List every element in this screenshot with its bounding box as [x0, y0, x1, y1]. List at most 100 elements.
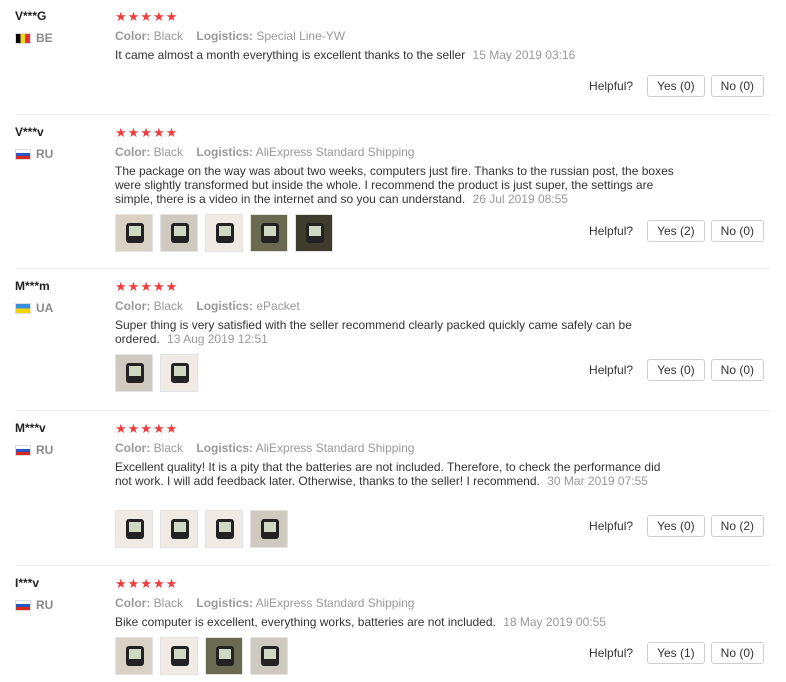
reviewer-name: V***v: [15, 125, 44, 139]
review-photos: [115, 354, 205, 392]
color-label: Color:: [115, 145, 151, 159]
review-divider: [16, 114, 770, 115]
reviewer-country: RU: [15, 147, 53, 161]
helpful-label: Helpful?: [589, 363, 634, 377]
reviewer-name: V***G: [15, 9, 47, 23]
device-screen: [129, 226, 141, 236]
review-photo-thumbnail[interactable]: [250, 214, 288, 252]
helpful-vote: Helpful? Yes (0) No (2): [589, 515, 764, 537]
review-text: Excellent quality! It is a pity that the…: [115, 460, 675, 488]
helpful-no-button[interactable]: No (0): [710, 220, 764, 242]
color-label: Color:: [115, 441, 151, 455]
review-content: It came almost a month everything is exc…: [115, 48, 466, 62]
review-photo-thumbnail[interactable]: [250, 637, 288, 675]
country-code: RU: [36, 598, 54, 612]
device-screen: [219, 226, 231, 236]
logistics-value: Special Line-YW: [256, 29, 346, 43]
logistics-label: Logistics:: [196, 441, 254, 455]
review-text: Bike computer is excellent, everything w…: [115, 615, 675, 629]
rating-stars: ★★★★★: [115, 279, 179, 294]
device-screen: [264, 226, 276, 236]
review-divider: [16, 410, 770, 411]
country-flag-icon: [15, 32, 31, 44]
logistics-label: Logistics:: [196, 299, 254, 313]
helpful-yes-button[interactable]: Yes (0): [647, 515, 705, 537]
review-item: M***v RU ★★★★★ Color: Black Logistics: A…: [0, 412, 772, 565]
review-photo-thumbnail[interactable]: [205, 214, 243, 252]
review-photo-thumbnail[interactable]: [160, 510, 198, 548]
helpful-yes-button[interactable]: Yes (0): [647, 75, 705, 97]
review-date: 26 Jul 2019 08:55: [472, 192, 568, 206]
helpful-vote: Helpful? Yes (1) No (0): [589, 642, 764, 664]
helpful-yes-button[interactable]: Yes (2): [647, 220, 705, 242]
reviewer-country: BE: [15, 31, 53, 45]
device-screen: [264, 522, 276, 532]
review-photo-thumbnail[interactable]: [160, 637, 198, 675]
logistics-value: AliExpress Standard Shipping: [255, 441, 415, 455]
review-divider: [16, 268, 770, 269]
review-photo-thumbnail[interactable]: [115, 354, 153, 392]
country-code: UA: [36, 301, 54, 315]
device-screen: [264, 649, 276, 659]
helpful-no-button[interactable]: No (0): [710, 642, 764, 664]
logistics-value: AliExpress Standard Shipping: [255, 145, 415, 159]
review-photo-thumbnail[interactable]: [160, 354, 198, 392]
country-code: RU: [36, 147, 54, 161]
helpful-no-button[interactable]: No (2): [710, 515, 764, 537]
review-item: M***m UA ★★★★★ Color: Black Logistics: e…: [0, 270, 772, 410]
review-photo-thumbnail[interactable]: [115, 214, 153, 252]
review-content: Bike computer is excellent, everything w…: [115, 615, 496, 629]
review-photo-thumbnail[interactable]: [205, 637, 243, 675]
review-date: 15 May 2019 03:16: [472, 48, 576, 62]
helpful-no-button[interactable]: No (0): [710, 75, 764, 97]
rating-stars: ★★★★★: [115, 576, 179, 591]
color-value: Black: [153, 441, 184, 455]
device-screen: [219, 649, 231, 659]
order-info: Color: Black Logistics: AliExpress Stand…: [115, 441, 414, 455]
helpful-vote: Helpful? Yes (2) No (0): [589, 220, 764, 242]
helpful-label: Helpful?: [589, 519, 634, 533]
helpful-no-button[interactable]: No (0): [710, 359, 764, 381]
device-screen: [174, 522, 186, 532]
reviews-list: V***G BE ★★★★★ Color: Black Logistics: S…: [0, 0, 786, 682]
order-info: Color: Black Logistics: AliExpress Stand…: [115, 145, 414, 159]
review-photo-thumbnail[interactable]: [205, 510, 243, 548]
country-code: RU: [36, 443, 54, 457]
review-photo-thumbnail[interactable]: [295, 214, 333, 252]
device-screen: [174, 226, 186, 236]
review-photos: [115, 510, 295, 548]
review-text: Super thing is very satisfied with the s…: [115, 318, 675, 346]
color-label: Color:: [115, 29, 151, 43]
helpful-yes-button[interactable]: Yes (1): [647, 642, 705, 664]
color-value: Black: [153, 299, 184, 313]
country-flag-icon: [15, 444, 31, 456]
review-photo-thumbnail[interactable]: [160, 214, 198, 252]
review-text: The package on the way was about two wee…: [115, 164, 675, 206]
review-photo-thumbnail[interactable]: [250, 510, 288, 548]
helpful-vote: Helpful? Yes (0) No (0): [589, 359, 764, 381]
device-screen: [129, 649, 141, 659]
review-text: It came almost a month everything is exc…: [115, 48, 675, 62]
device-screen: [309, 226, 321, 236]
color-value: Black: [153, 145, 184, 159]
country-flag-icon: [15, 148, 31, 160]
helpful-label: Helpful?: [589, 646, 634, 660]
logistics-label: Logistics:: [196, 29, 254, 43]
helpful-yes-button[interactable]: Yes (0): [647, 359, 705, 381]
review-date: 13 Aug 2019 12:51: [167, 332, 268, 346]
reviewer-country: RU: [15, 598, 53, 612]
color-value: Black: [153, 29, 184, 43]
review-photos: [115, 214, 340, 252]
device-screen: [174, 649, 186, 659]
rating-stars: ★★★★★: [115, 125, 179, 140]
review-date: 30 Mar 2019 07:55: [547, 474, 648, 488]
review-photo-thumbnail[interactable]: [115, 510, 153, 548]
order-info: Color: Black Logistics: Special Line-YW: [115, 29, 345, 43]
device-screen: [219, 522, 231, 532]
logistics-label: Logistics:: [196, 145, 254, 159]
country-flag-icon: [15, 302, 31, 314]
helpful-vote: Helpful? Yes (0) No (0): [589, 75, 764, 97]
review-item: I***v RU ★★★★★ Color: Black Logistics: A…: [0, 567, 772, 682]
reviewer-country: UA: [15, 301, 53, 315]
review-photo-thumbnail[interactable]: [115, 637, 153, 675]
